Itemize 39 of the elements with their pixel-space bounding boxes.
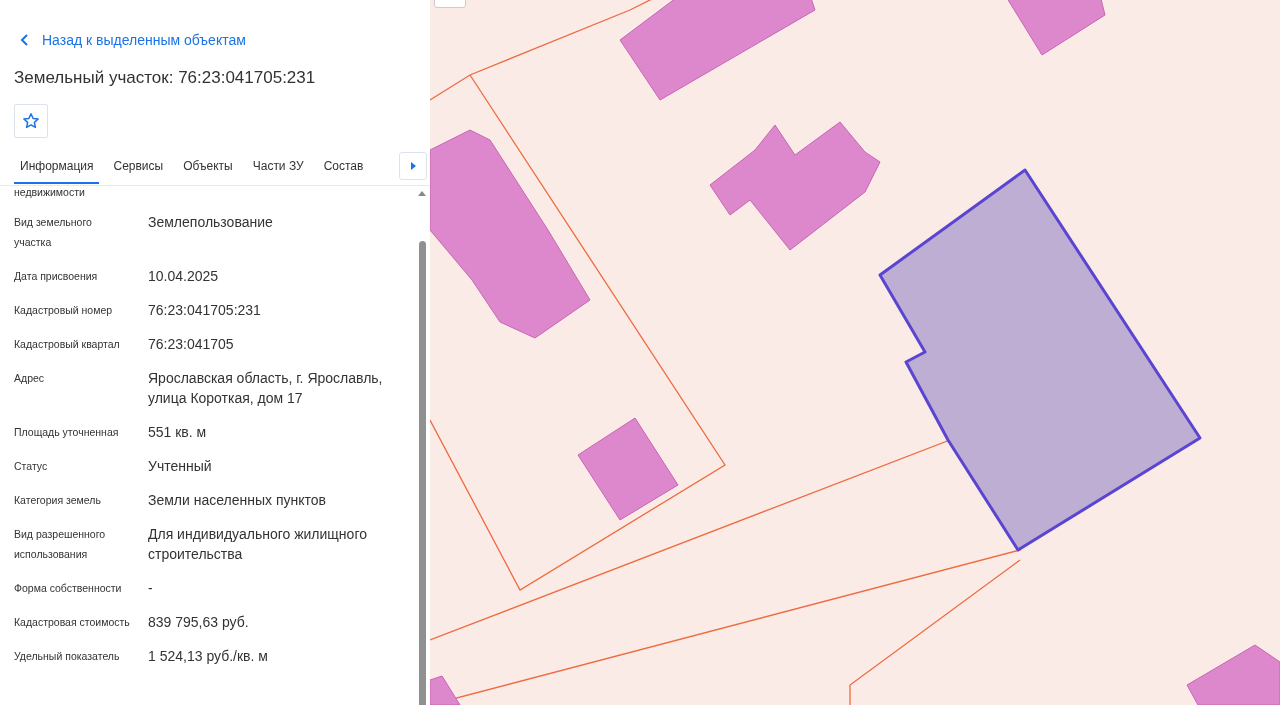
chevron-left-icon	[20, 34, 30, 46]
property-value: Учтенный	[148, 457, 213, 476]
page-title: Земельный участок: 76:23:041705:231	[14, 67, 317, 89]
scrollbar-thumb[interactable]	[418, 241, 426, 705]
property-value: 76:23:041705:231	[148, 301, 262, 320]
property-label: Кадастровая стоимость	[14, 615, 130, 630]
property-label: Дата присвоения	[14, 269, 99, 284]
back-link[interactable]: Назад к выделенным объектам	[20, 31, 246, 49]
property-label: Статус	[14, 459, 49, 474]
property-value: 839 795,63 руб.	[148, 613, 250, 632]
property-label: недвижимости	[14, 186, 86, 198]
property-label: Кадастровый квартал	[14, 337, 121, 352]
property-label: Вид разрешенного использования	[14, 527, 107, 562]
tab[interactable]: Сервисы	[107, 150, 170, 184]
property-label: Кадастровый номер	[14, 303, 114, 318]
property-label: Категория земель	[14, 493, 102, 508]
property-label: Удельный показатель	[14, 649, 121, 664]
property-value: Для индивидуального жилищного строительства	[148, 525, 368, 564]
tab[interactable]: Объекты	[177, 150, 239, 184]
property-value: Ярославская область, г. Ярославль, улица Короткая, дом 17	[148, 369, 384, 408]
property-value: 10.04.2025	[148, 267, 220, 286]
property-label: Форма собственности	[14, 581, 123, 596]
property-value: 551 кв. м	[148, 423, 208, 442]
scroll-up-icon[interactable]	[418, 190, 426, 196]
property-value: Земли населенных пунктов	[148, 491, 328, 510]
tab[interactable]: Информация	[14, 150, 100, 184]
property-label: Вид земельного участка	[14, 215, 93, 250]
property-label: Площадь уточненная	[14, 425, 120, 440]
next-tab-button[interactable]	[399, 152, 427, 180]
favorite-button[interactable]	[14, 104, 48, 138]
tab[interactable]: Части ЗУ	[246, 150, 310, 184]
property-label: Адрес	[14, 371, 46, 386]
property-value: 1 524,13 руб./кв. м	[148, 647, 269, 666]
property-value: 76:23:041705	[148, 335, 235, 354]
caret-right-icon	[410, 162, 416, 170]
property-value: Землепользование	[148, 213, 274, 232]
tab[interactable]: Состав	[317, 150, 370, 184]
property-value: -	[148, 579, 154, 598]
star-icon	[22, 112, 40, 130]
